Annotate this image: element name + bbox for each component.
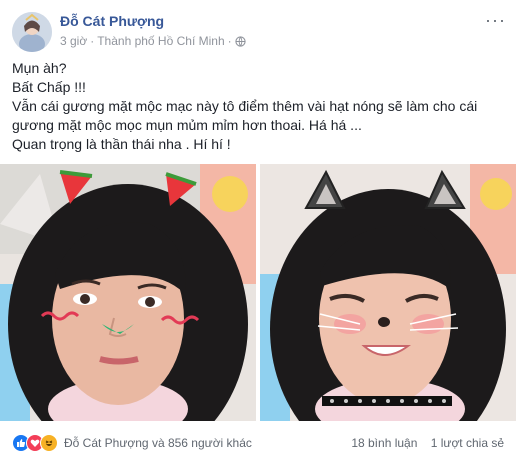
post-text: Mụn àh? Bất Chấp !!! Vẫn cái gương mặt m…	[12, 59, 504, 154]
author-name[interactable]: Đỗ Cát Phượng	[60, 13, 164, 29]
photo-grid	[0, 164, 516, 421]
haha-icon	[40, 434, 58, 452]
photo-left[interactable]	[0, 164, 256, 421]
facebook-post: Đỗ Cát Phượng 3 giờ · Thành phố Hồ Chí M…	[0, 0, 516, 464]
avatar[interactable]	[12, 12, 52, 52]
meta-separator: ·	[90, 34, 95, 48]
post-text-line: Quan trọng là thần thái nha . Hí hí !	[12, 136, 231, 152]
photo-right[interactable]	[260, 164, 516, 421]
post-stats: 18 bình luận 1 lượt chia sẻ	[341, 436, 504, 450]
post-text-line: Bất Chấp !!!	[12, 79, 86, 95]
globe-icon[interactable]	[234, 35, 246, 47]
post-footer: Đỗ Cát Phượng và 856 người khác 18 bình …	[0, 424, 516, 464]
reaction-icons[interactable]	[12, 434, 58, 452]
post-text-line: Mụn àh?	[12, 60, 67, 76]
share-count[interactable]: 1 lượt chia sẻ	[431, 436, 504, 450]
post-time[interactable]: 3 giờ	[60, 34, 87, 48]
photo-right-image	[260, 164, 516, 421]
avatar-image	[12, 12, 52, 52]
photo-left-image	[0, 164, 256, 421]
post-text-line: gương mặt mộc mọc mụn mủm mỉm hơn thoai.…	[12, 117, 362, 133]
comment-count[interactable]: 18 bình luận	[351, 436, 417, 450]
reactions-summary[interactable]: Đỗ Cát Phượng và 856 người khác	[64, 436, 252, 450]
more-options-icon[interactable]: ···	[485, 10, 506, 31]
post-meta: 3 giờ · Thành phố Hồ Chí Minh ·	[60, 34, 246, 48]
post-location[interactable]: Thành phố Hồ Chí Minh	[97, 34, 224, 48]
meta-separator-2: ·	[227, 34, 232, 48]
post-text-line: Vẫn cái gương mặt mộc mạc này tô điểm th…	[12, 98, 478, 114]
